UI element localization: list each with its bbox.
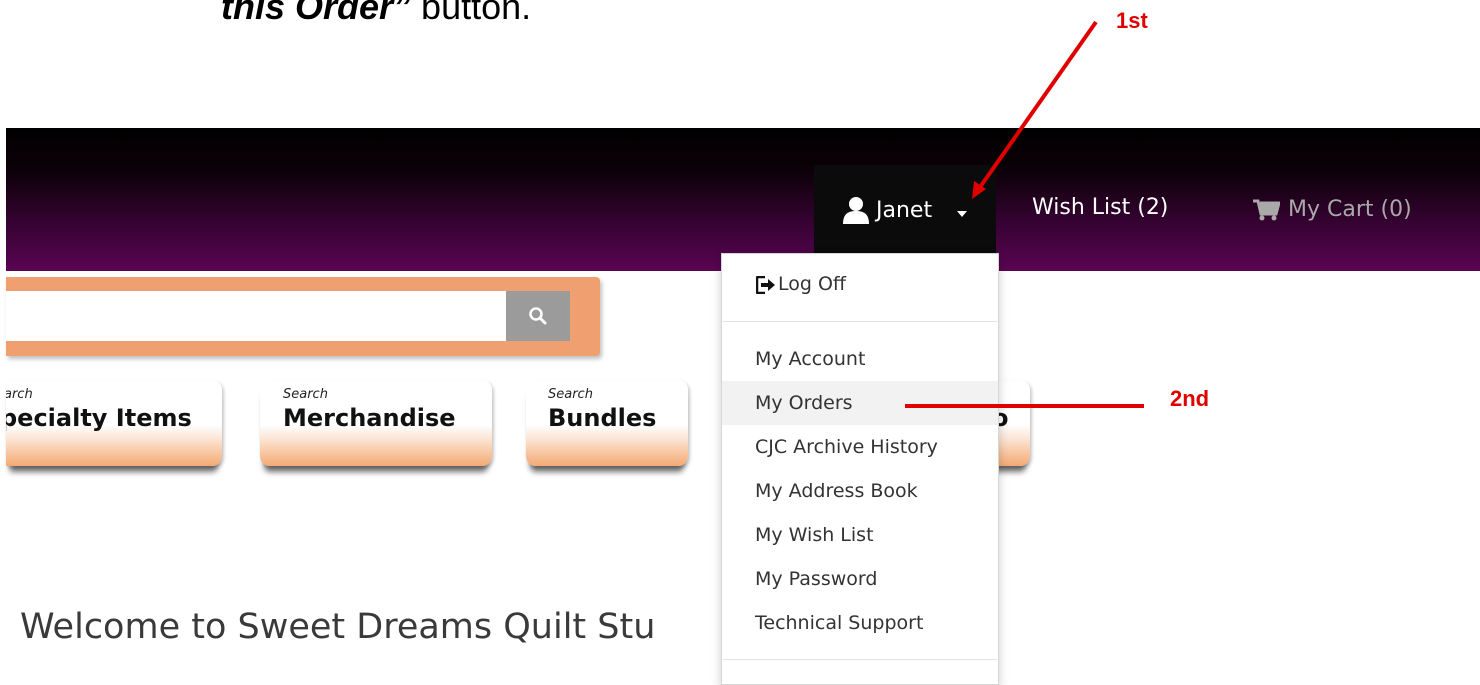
annotation-arrow-1st [976, 20, 1098, 192]
annotation-arrows [905, 20, 1144, 408]
